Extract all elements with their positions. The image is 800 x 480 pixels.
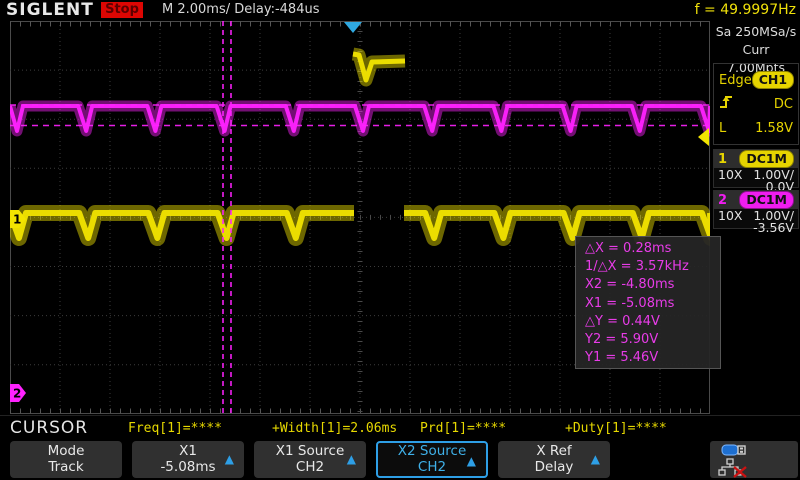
- cursor-x2: X2 = -4.80ms: [585, 276, 720, 294]
- channel1-probe: 10X: [718, 170, 742, 180]
- sidebar: Sa 250MSa/s Curr 7.00Mpts Edge CH1 DC L …: [712, 21, 800, 415]
- measure-period: Prd[1]=****: [420, 421, 506, 436]
- softkey-x-ref[interactable]: X Ref Delay ▲: [498, 441, 610, 478]
- knob-arrow-icon: ▲: [347, 452, 356, 466]
- oscilloscope-screen: SIGLENT Stop M 2.00ms/ Delay:-484us f = …: [0, 0, 800, 480]
- knob-arrow-icon: ▲: [467, 454, 476, 468]
- channel2-info-box[interactable]: 2 DC1M 10X 1.00V/ -3.56V: [713, 190, 799, 229]
- measure-duty: +Duty[1]=****: [565, 421, 667, 436]
- trigger-slope-icon: [719, 94, 739, 114]
- softkey-x1-source[interactable]: X1 Source CH2 ▲: [254, 441, 366, 478]
- cursor-dy: △Y = 0.44V: [585, 313, 720, 331]
- channel1-info-box[interactable]: 1 DC1M 10X 1.00V/ 0.0V: [713, 149, 799, 188]
- cursor-y1: Y1 = 5.46V: [585, 349, 720, 367]
- knob-arrow-icon: ▲: [591, 452, 600, 466]
- trigger-info-box[interactable]: Edge CH1 DC L 1.58V: [713, 63, 799, 145]
- softkey-menu: Mode Track X1 -5.08ms ▲ X1 Source CH2 ▲ …: [0, 439, 800, 480]
- lan-disconnected-icon: [719, 459, 746, 477]
- status-bar: CURSOR Freq[1]=**** +Width[1]=2.06ms Prd…: [0, 415, 800, 439]
- measure-pwidth: +Width[1]=2.06ms: [272, 421, 397, 436]
- trigger-source-badge: CH1: [752, 71, 794, 89]
- cursor-x1: X1 = -5.08ms: [585, 295, 720, 313]
- channel2-probe: 10X: [718, 211, 742, 221]
- waveform-display: 12 △X = 0.28ms 1/△X = 3.57kHz X2 = -4.80…: [10, 21, 710, 414]
- channel2-position-marker-label: 2: [13, 387, 21, 401]
- usb-icon: [722, 445, 745, 455]
- frequency-counter: f = 49.9997Hz: [695, 2, 796, 18]
- trigger-coupling: DC: [774, 97, 793, 112]
- timebase-readout: M 2.00ms/ Delay:-484us: [162, 2, 319, 17]
- siglent-logo: SIGLENT: [6, 0, 94, 20]
- trigger-level-value: 1.58V: [755, 121, 793, 136]
- channel1-number: 1: [718, 152, 727, 167]
- cursor-readout-box: △X = 0.28ms 1/△X = 3.57kHz X2 = -4.80ms …: [575, 236, 721, 369]
- channel2-offset: -3.56V: [714, 222, 798, 233]
- channel2-number: 2: [718, 193, 727, 208]
- cursor-y2: Y2 = 5.90V: [585, 331, 720, 349]
- peripheral-status-box: [710, 441, 798, 478]
- cursor-inv-dx: 1/△X = 3.57kHz: [585, 258, 720, 276]
- softkey-x2-source[interactable]: X2 Source CH2 ▲: [376, 441, 488, 478]
- channel2-coupling-badge: DC1M: [739, 191, 794, 209]
- trigger-type: Edge: [719, 73, 752, 88]
- sample-rate: Sa 250MSa/s: [712, 23, 800, 41]
- measure-freq: Freq[1]=****: [128, 421, 222, 436]
- softkey-x1[interactable]: X1 -5.08ms ▲: [132, 441, 244, 478]
- trigger-level-label: L: [719, 121, 726, 136]
- softkey-mode[interactable]: Mode Track: [10, 441, 122, 478]
- channel1-coupling-badge: DC1M: [739, 150, 794, 168]
- knob-arrow-icon: ▲: [225, 452, 234, 466]
- cursor-dx: △X = 0.28ms: [585, 240, 720, 258]
- top-bar: SIGLENT Stop M 2.00ms/ Delay:-484us f = …: [0, 0, 800, 21]
- channel1-position-marker-label: 1: [13, 213, 21, 227]
- run-state-badge[interactable]: Stop: [101, 2, 143, 18]
- active-menu-title: CURSOR: [10, 418, 88, 438]
